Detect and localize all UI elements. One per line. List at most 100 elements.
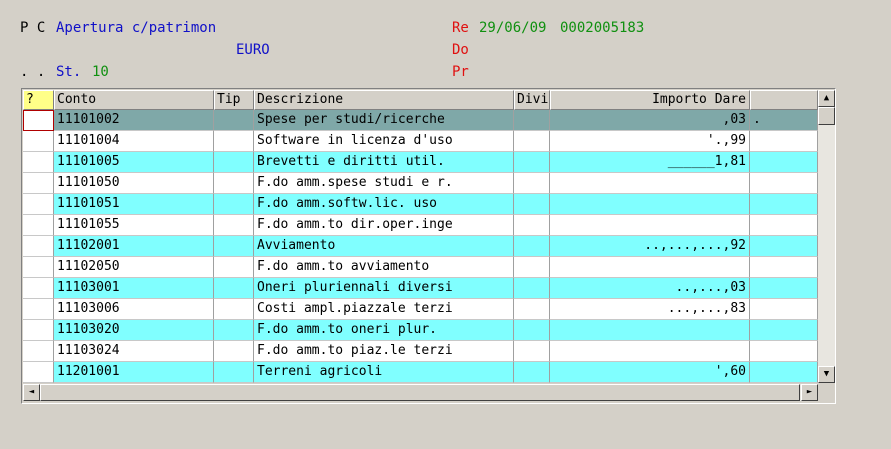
tip-cell[interactable] — [214, 362, 254, 383]
tip-cell[interactable] — [214, 236, 254, 257]
tip-cell[interactable] — [214, 194, 254, 215]
conto-cell[interactable]: 11101005 — [54, 152, 214, 173]
table-row[interactable]: 11101002 Spese per studi/ricerche ,03. — [23, 110, 818, 131]
descrizione-cell[interactable]: Oneri pluriennali diversi — [254, 278, 514, 299]
divi-cell[interactable] — [514, 299, 550, 320]
conto-cell[interactable]: 11103001 — [54, 278, 214, 299]
extra-cell[interactable] — [750, 320, 818, 341]
extra-cell[interactable] — [750, 362, 818, 383]
table-row[interactable]: 11101050 F.do amm.spese studi e r. — [23, 173, 818, 194]
scroll-down-button[interactable]: ▼ — [818, 366, 835, 383]
tip-cell[interactable] — [214, 341, 254, 362]
extra-cell[interactable] — [750, 152, 818, 173]
descrizione-cell[interactable]: Costi ampl.piazzale terzi — [254, 299, 514, 320]
vertical-scroll-thumb[interactable] — [818, 107, 835, 125]
table-row[interactable]: 11102050 F.do amm.to avviamento — [23, 257, 818, 278]
row-flag-cell[interactable] — [23, 341, 54, 362]
row-flag-cell[interactable] — [23, 257, 54, 278]
row-flag-cell[interactable] — [23, 278, 54, 299]
divi-cell[interactable] — [514, 131, 550, 152]
divi-cell[interactable] — [514, 194, 550, 215]
conto-cell[interactable]: 11103006 — [54, 299, 214, 320]
divi-cell[interactable] — [514, 110, 550, 131]
descrizione-cell[interactable]: F.do amm.softw.lic. uso — [254, 194, 514, 215]
extra-cell[interactable] — [750, 278, 818, 299]
importo-dare-cell[interactable]: ..,...,03 — [550, 278, 750, 299]
extra-cell[interactable]: . — [750, 110, 818, 131]
importo-dare-cell[interactable]: ...,...,83 — [550, 299, 750, 320]
descrizione-cell[interactable]: F.do amm.to oneri plur. — [254, 320, 514, 341]
divi-cell[interactable] — [514, 236, 550, 257]
extra-cell[interactable] — [750, 257, 818, 278]
tip-cell[interactable] — [214, 110, 254, 131]
conto-cell[interactable]: 11101002 — [54, 110, 214, 131]
divi-cell[interactable] — [514, 362, 550, 383]
table-row[interactable]: 11103006 Costi ampl.piazzale terzi...,...… — [23, 299, 818, 320]
row-flag-cell[interactable] — [23, 194, 54, 215]
conto-cell[interactable]: 11101050 — [54, 173, 214, 194]
conto-cell[interactable]: 11101051 — [54, 194, 214, 215]
row-flag-cell[interactable] — [23, 152, 54, 173]
table-row[interactable]: 11101051 F.do amm.softw.lic. uso — [23, 194, 818, 215]
extra-cell[interactable] — [750, 215, 818, 236]
conto-cell[interactable]: 11103020 — [54, 320, 214, 341]
table-row[interactable]: 11101004 Software in licenza d'uso '.,99 — [23, 131, 818, 152]
column-header-divi[interactable]: Divi — [514, 90, 550, 110]
row-flag-cell[interactable] — [23, 362, 54, 383]
table-row[interactable]: 11102001 Avviamento ..,...,...,92 — [23, 236, 818, 257]
divi-cell[interactable] — [514, 257, 550, 278]
table-row[interactable]: 11103024 F.do amm.to piaz.le terzi — [23, 341, 818, 362]
extra-cell[interactable] — [750, 131, 818, 152]
column-header-conto[interactable]: Conto — [54, 90, 214, 110]
row-flag-cell[interactable] — [23, 173, 54, 194]
accounts-grid[interactable]: ? Conto Tip Descrizione Divi Importo Dar… — [21, 88, 836, 404]
importo-dare-cell[interactable] — [550, 194, 750, 215]
row-flag-cell[interactable] — [23, 110, 54, 131]
descrizione-cell[interactable]: F.do amm.to piaz.le terzi — [254, 341, 514, 362]
scroll-left-button[interactable]: ◄ — [23, 384, 40, 401]
importo-dare-cell[interactable]: ,03 — [550, 110, 750, 131]
descrizione-cell[interactable]: Brevetti e diritti util. — [254, 152, 514, 173]
descrizione-cell[interactable]: F.do amm.to avviamento — [254, 257, 514, 278]
table-row[interactable]: 11103001 Oneri pluriennali diversi..,...,… — [23, 278, 818, 299]
conto-cell[interactable]: 11103024 — [54, 341, 214, 362]
importo-dare-cell[interactable]: ______1,81 — [550, 152, 750, 173]
descrizione-cell[interactable]: Terreni agricoli — [254, 362, 514, 383]
table-row[interactable]: 11103020 F.do amm.to oneri plur. — [23, 320, 818, 341]
divi-cell[interactable] — [514, 278, 550, 299]
column-header-flag[interactable]: ? — [23, 90, 54, 110]
importo-dare-cell[interactable] — [550, 173, 750, 194]
divi-cell[interactable] — [514, 341, 550, 362]
divi-cell[interactable] — [514, 215, 550, 236]
importo-dare-cell[interactable]: '.,99 — [550, 131, 750, 152]
tip-cell[interactable] — [214, 215, 254, 236]
importo-dare-cell[interactable] — [550, 320, 750, 341]
row-flag-cell[interactable] — [23, 299, 54, 320]
extra-cell[interactable] — [750, 299, 818, 320]
row-flag-cell[interactable] — [23, 236, 54, 257]
table-row[interactable]: 11101055 F.do amm.to dir.oper.inge — [23, 215, 818, 236]
conto-cell[interactable]: 11102001 — [54, 236, 214, 257]
descrizione-cell[interactable]: F.do amm.spese studi e r. — [254, 173, 514, 194]
column-header-importo-dare[interactable]: Importo Dare — [550, 90, 750, 110]
tip-cell[interactable] — [214, 257, 254, 278]
vertical-scrollbar[interactable]: ▲ ▼ — [818, 90, 835, 383]
conto-cell[interactable]: 11101004 — [54, 131, 214, 152]
tip-cell[interactable] — [214, 320, 254, 341]
divi-cell[interactable] — [514, 152, 550, 173]
tip-cell[interactable] — [214, 278, 254, 299]
tip-cell[interactable] — [214, 299, 254, 320]
descrizione-cell[interactable]: F.do amm.to dir.oper.inge — [254, 215, 514, 236]
column-header-extra[interactable] — [750, 90, 818, 110]
importo-dare-cell[interactable]: ..,...,...,92 — [550, 236, 750, 257]
importo-dare-cell[interactable]: ',60 — [550, 362, 750, 383]
tip-cell[interactable] — [214, 131, 254, 152]
row-flag-cell[interactable] — [23, 320, 54, 341]
column-header-tip[interactable]: Tip — [214, 90, 254, 110]
table-row[interactable]: 11201001 Terreni agricoli ',60 — [23, 362, 818, 383]
descrizione-cell[interactable]: Avviamento — [254, 236, 514, 257]
importo-dare-cell[interactable] — [550, 341, 750, 362]
importo-dare-cell[interactable] — [550, 257, 750, 278]
descrizione-cell[interactable]: Spese per studi/ricerche — [254, 110, 514, 131]
horizontal-scroll-thumb[interactable] — [40, 384, 800, 401]
